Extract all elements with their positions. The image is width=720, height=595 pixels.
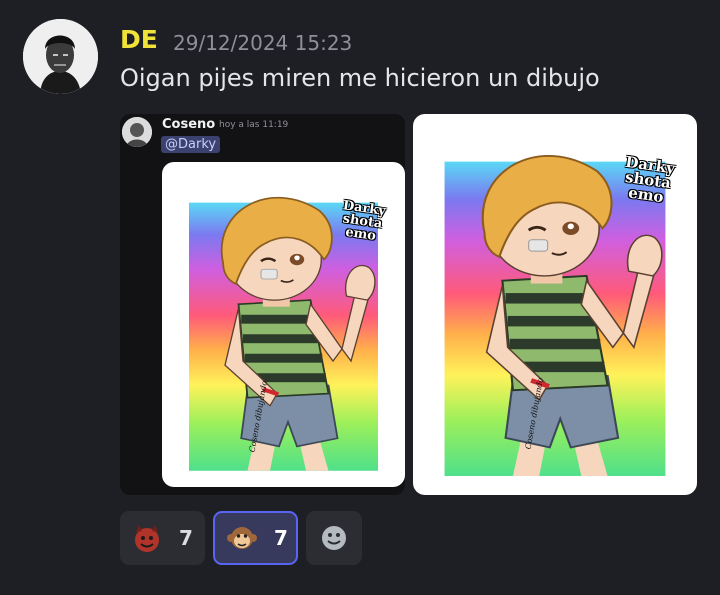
author-name[interactable]: DE <box>120 25 158 54</box>
reaction-count: 7 <box>179 526 193 550</box>
embedded-mention: @Darky <box>161 136 221 153</box>
attachment-image-drawing[interactable]: Darky shota emo Coseno dibujando <box>413 114 697 495</box>
reaction-monkey[interactable]: 7 <box>213 511 298 565</box>
reaction-devil[interactable]: 7 <box>120 511 205 565</box>
embedded-author-avatar <box>122 117 152 147</box>
user-photo-avatar-icon <box>23 19 98 94</box>
embedded-author-name: Coseno <box>162 117 216 132</box>
author-avatar[interactable] <box>23 19 98 94</box>
embedded-timestamp: hoy a las 11:19 <box>219 120 289 130</box>
embedded-drawing-image: Darky shota emo Coseno dibujando <box>162 162 405 487</box>
message-text: Oigan pijes miren me hicieron un dibujo <box>120 64 600 92</box>
add-reaction-button[interactable] <box>306 511 362 565</box>
monkey-emoji-icon <box>227 527 257 549</box>
reaction-count: 7 <box>274 526 288 550</box>
devil-smile-emoji-icon <box>135 525 159 552</box>
add-reaction-smiley-icon <box>322 526 346 550</box>
message-timestamp: 29/12/2024 15:23 <box>173 31 353 55</box>
